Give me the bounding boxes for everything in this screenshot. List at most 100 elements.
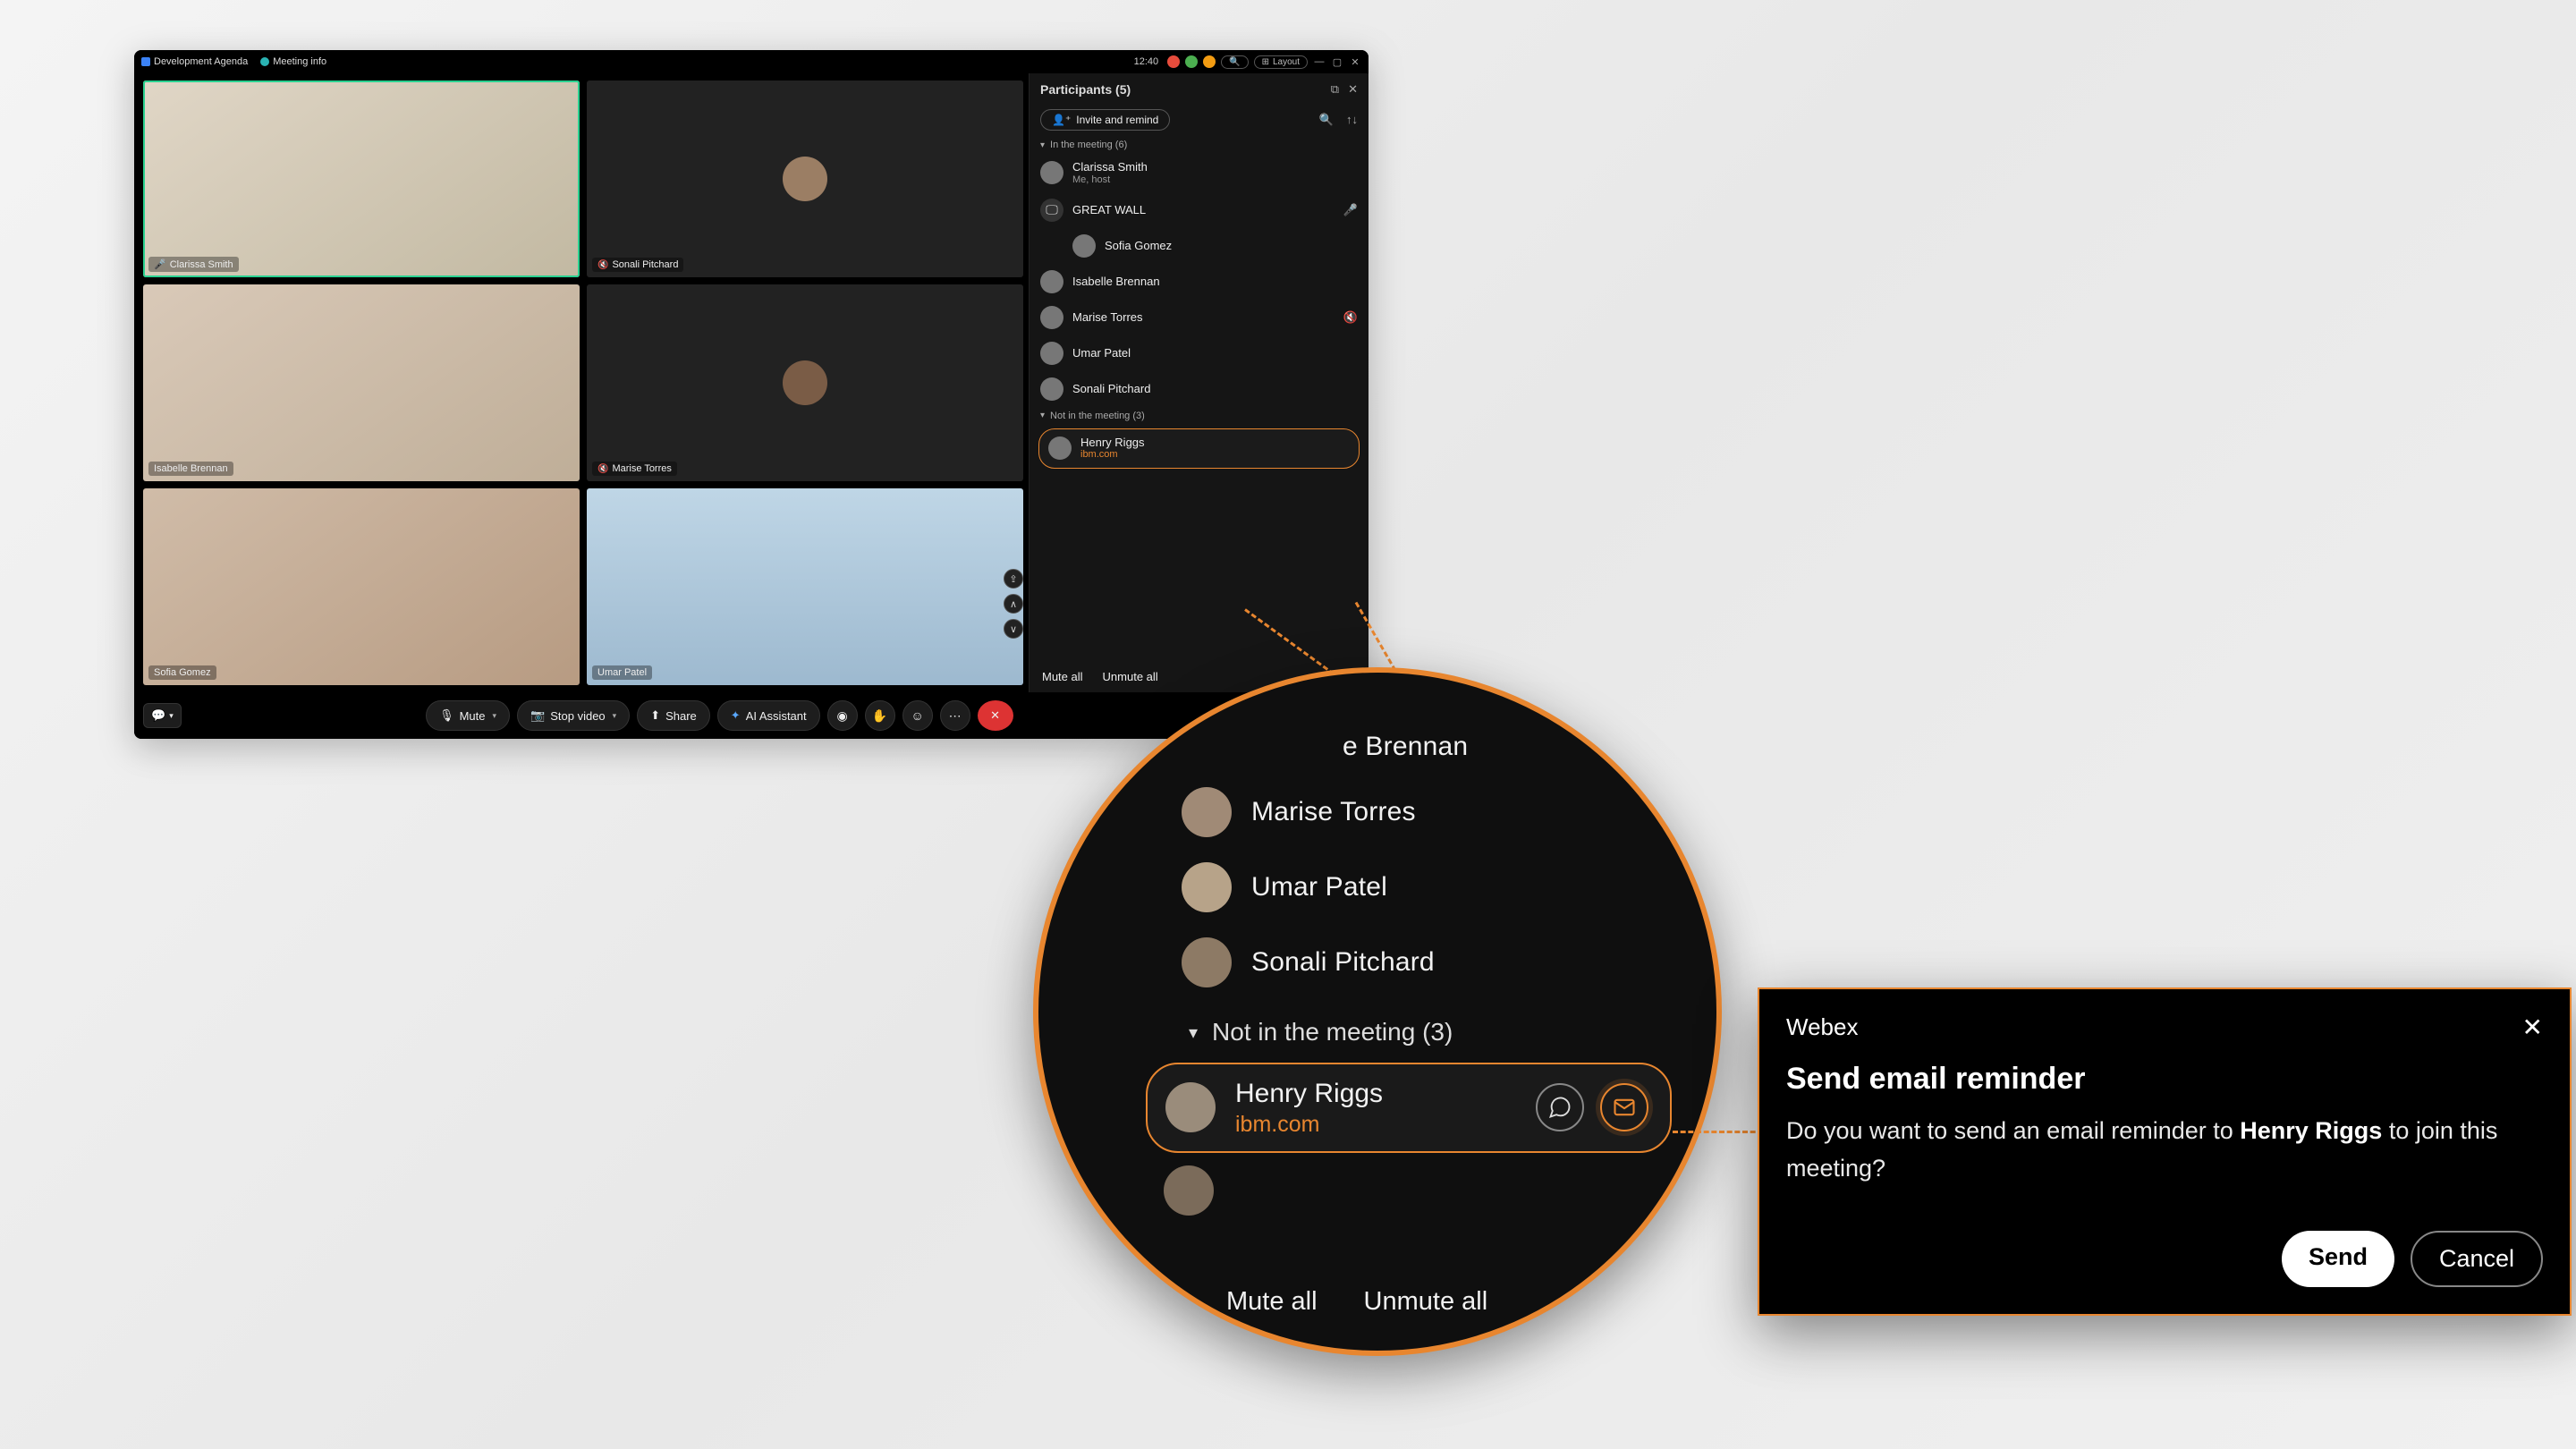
tile-name: Clarissa Smith bbox=[170, 259, 233, 270]
agenda-label: Development Agenda bbox=[154, 56, 248, 67]
dialog-title: Send email reminder bbox=[1786, 1062, 2543, 1097]
window-titlebar: Development Agenda Meeting info 12:40 🔍 … bbox=[134, 50, 1368, 73]
participant-name: Henry Riggs bbox=[1235, 1077, 1383, 1111]
participants-title: Participants (5) bbox=[1040, 82, 1131, 97]
participant-name: e Brennan bbox=[1343, 732, 1468, 762]
agenda-icon bbox=[141, 57, 150, 66]
search-icon[interactable]: 🔍 bbox=[1319, 113, 1334, 127]
list-item[interactable]: Sonali Pitchard bbox=[1038, 925, 1716, 1000]
participant-name: Marise Torres bbox=[1072, 310, 1143, 325]
participant-row[interactable]: Marise Torres 🔇 bbox=[1030, 300, 1368, 335]
avatar bbox=[1182, 862, 1232, 912]
device-icon: 🖵 bbox=[1040, 199, 1063, 222]
avatar bbox=[1040, 342, 1063, 365]
cancel-label: Cancel bbox=[2439, 1245, 2514, 1272]
status-dot-red bbox=[1167, 55, 1180, 68]
participant-sub: ibm.com bbox=[1080, 449, 1145, 461]
video-tile[interactable]: Isabelle Brennan bbox=[143, 284, 580, 481]
invite-label: Invite and remind bbox=[1076, 114, 1158, 126]
participant-name: Clarissa Smith bbox=[1072, 160, 1148, 174]
participant-row[interactable]: Clarissa SmithMe, host bbox=[1030, 154, 1368, 192]
scroll-up-button[interactable]: ∧ bbox=[1004, 594, 1023, 614]
video-tile[interactable]: Umar Patel bbox=[587, 488, 1023, 685]
participant-sub: ibm.com bbox=[1235, 1111, 1383, 1139]
close-icon[interactable]: ✕ bbox=[2522, 1013, 2543, 1042]
video-tile[interactable]: 🎤 Clarissa Smith bbox=[143, 80, 580, 277]
mic-icon: 🎤 bbox=[154, 258, 166, 270]
chat-icon[interactable] bbox=[1536, 1083, 1584, 1131]
swap-view-button[interactable]: ⇪ bbox=[1004, 569, 1023, 589]
mail-icon[interactable] bbox=[1600, 1083, 1648, 1131]
window-maximize[interactable]: ▢ bbox=[1331, 55, 1343, 68]
window-minimize[interactable]: — bbox=[1313, 55, 1326, 68]
ai-assistant-button[interactable]: ✦AI Assistant bbox=[717, 700, 820, 731]
section-label: Not in the meeting (3) bbox=[1212, 1018, 1453, 1046]
participant-row[interactable]: Isabelle Brennan bbox=[1030, 264, 1368, 300]
mute-button[interactable]: 🎙Mute▾ bbox=[426, 700, 510, 731]
avatar bbox=[1182, 787, 1232, 837]
participant-row[interactable]: 🖵 GREAT WALL 🎤 bbox=[1030, 192, 1368, 228]
tile-name: Sofia Gomez bbox=[154, 667, 211, 678]
popout-icon[interactable]: ⧉ bbox=[1331, 82, 1339, 97]
window-close[interactable]: ✕ bbox=[1349, 55, 1361, 68]
mute-all-button[interactable]: Mute all bbox=[1226, 1287, 1318, 1317]
participant-row[interactable]: Sofia Gomez bbox=[1030, 228, 1368, 264]
chevron-down-icon: ▾ bbox=[1040, 140, 1045, 150]
invite-and-remind-button[interactable]: 👤⁺ Invite and remind bbox=[1040, 109, 1170, 131]
zoom-callout: e Brennan Marise Torres Umar Patel Sonal… bbox=[1033, 667, 1722, 1356]
avatar bbox=[1182, 937, 1232, 987]
search-pill[interactable]: 🔍 bbox=[1221, 55, 1248, 69]
cancel-button[interactable]: Cancel bbox=[2411, 1231, 2543, 1287]
list-item[interactable]: Marise Torres bbox=[1038, 775, 1716, 850]
video-tile[interactable]: Sofia Gomez bbox=[143, 488, 580, 685]
list-item[interactable]: e Brennan bbox=[1038, 673, 1716, 775]
share-button[interactable]: ⬆Share bbox=[637, 700, 710, 731]
tab-meeting-info[interactable]: Meeting info bbox=[260, 56, 326, 67]
participant-name: Isabelle Brennan bbox=[1072, 275, 1160, 289]
end-call-button[interactable]: ✕ bbox=[978, 700, 1013, 731]
share-icon: ⬆ bbox=[650, 708, 660, 723]
participant-row-highlighted[interactable]: Henry Riggsibm.com bbox=[1038, 428, 1360, 469]
participants-panel: Participants (5) ⧉ ✕ 👤⁺ Invite and remin… bbox=[1029, 73, 1368, 692]
send-label: Send bbox=[2309, 1243, 2368, 1270]
cc-button[interactable]: 💬 ▾ bbox=[143, 703, 182, 728]
status-dot-green bbox=[1185, 55, 1198, 68]
layout-button[interactable]: ⊞ Layout bbox=[1254, 55, 1308, 69]
video-tile[interactable]: 🔇Sonali Pitchard bbox=[587, 80, 1023, 277]
mic-icon: 🎙 bbox=[439, 708, 454, 723]
send-button[interactable]: Send bbox=[2282, 1231, 2394, 1287]
participant-row-highlighted[interactable]: Henry Riggs ibm.com bbox=[1146, 1063, 1672, 1153]
section-in-meeting[interactable]: ▾In the meeting (6) bbox=[1030, 136, 1368, 154]
participant-name: Umar Patel bbox=[1072, 346, 1131, 360]
meeting-time: 12:40 bbox=[1134, 56, 1159, 67]
section-not-in-meeting[interactable]: ▾Not in the meeting (3) bbox=[1030, 407, 1368, 425]
unmute-all-button[interactable]: Unmute all bbox=[1364, 1287, 1488, 1317]
end-call-icon: ✕ bbox=[990, 708, 1000, 723]
video-tile[interactable]: 🔇Marise Torres bbox=[587, 284, 1023, 481]
dialog-app-name: Webex bbox=[1786, 1013, 1858, 1041]
chevron-down-icon: ▾ bbox=[1189, 1021, 1198, 1044]
dialog-body: Do you want to send an email reminder to… bbox=[1786, 1113, 2543, 1188]
participant-row[interactable]: Sonali Pitchard bbox=[1030, 371, 1368, 407]
tile-name: Sonali Pitchard bbox=[612, 259, 678, 270]
reactions-button[interactable]: ☺ bbox=[902, 700, 933, 731]
list-item[interactable] bbox=[1038, 1153, 1716, 1216]
record-button[interactable]: ◉ bbox=[827, 700, 858, 731]
participant-name: Henry Riggs bbox=[1080, 436, 1145, 450]
avatar bbox=[1164, 1165, 1214, 1216]
avatar bbox=[1040, 270, 1063, 293]
tab-development-agenda[interactable]: Development Agenda bbox=[141, 56, 248, 67]
participant-row[interactable]: Umar Patel bbox=[1030, 335, 1368, 371]
close-icon[interactable]: ✕ bbox=[1348, 82, 1358, 97]
stop-video-button[interactable]: 📷Stop video▾ bbox=[517, 700, 630, 731]
participant-name: GREAT WALL bbox=[1072, 203, 1146, 217]
list-item[interactable]: Umar Patel bbox=[1038, 850, 1716, 925]
scroll-down-button[interactable]: ∨ bbox=[1004, 619, 1023, 639]
more-options-button[interactable]: ⋯ bbox=[940, 700, 970, 731]
avatar bbox=[783, 157, 827, 201]
section-not-in-meeting[interactable]: ▾ Not in the meeting (3) bbox=[1038, 1000, 1716, 1057]
avatar bbox=[1040, 377, 1063, 401]
sort-icon[interactable]: ↑↓ bbox=[1346, 113, 1358, 127]
raise-hand-button[interactable]: ✋ bbox=[865, 700, 895, 731]
tile-name: Umar Patel bbox=[597, 667, 647, 678]
